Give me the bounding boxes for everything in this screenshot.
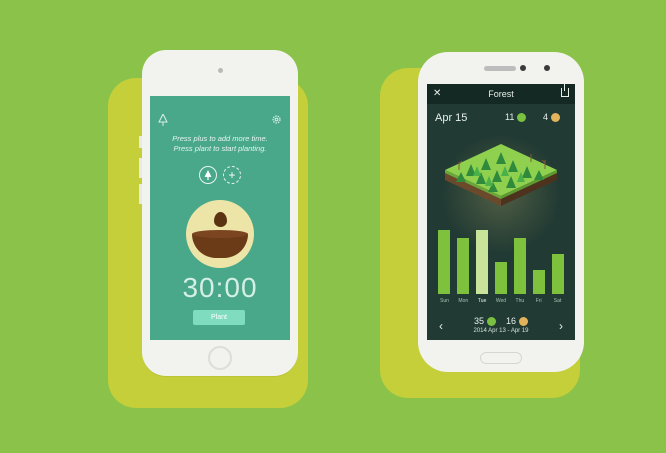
instruction-text: Press plus to add more time. Press plant… [150, 134, 290, 154]
bar-fri[interactable] [532, 270, 545, 294]
day-label-sat: Sat [553, 298, 562, 304]
plant-button[interactable]: Plant [193, 310, 245, 325]
iphone-device: Press plus to add more time. Press plant… [139, 50, 298, 376]
seed-icon [214, 212, 227, 227]
bar-wed[interactable] [495, 262, 507, 294]
trees-count-value: 11 [505, 112, 515, 122]
settings-icon[interactable] [271, 114, 282, 128]
home-button[interactable] [480, 352, 522, 364]
front-camera [544, 65, 550, 71]
day-label-wed: Wed [495, 298, 507, 304]
tree-icon[interactable] [158, 112, 168, 129]
dead-count-value: 4 [543, 112, 549, 122]
share-icon[interactable] [561, 84, 569, 97]
nav-title: Forest [488, 89, 514, 99]
day-label-tue: Tue [477, 298, 487, 304]
date-row: Apr 15 11 4 [435, 112, 567, 124]
day-label-sun: Sun [439, 298, 449, 304]
week-counts: 35 16 [427, 316, 575, 327]
plus-icon[interactable]: + [223, 166, 241, 184]
current-date: Apr 15 [435, 112, 468, 124]
home-button[interactable] [208, 346, 232, 370]
nav-bar: ✕ Forest [427, 84, 575, 104]
hint-line-2: Press plant to start planting. [173, 144, 267, 153]
timer-screen: Press plus to add more time. Press plant… [150, 96, 290, 340]
day-label-mon: Mon [458, 298, 469, 304]
earpiece [484, 66, 516, 71]
close-icon[interactable]: ✕ [433, 88, 441, 99]
hint-line-1: Press plus to add more time. [172, 134, 268, 143]
week-trees-value: 35 [473, 316, 484, 326]
mode-controls: + [150, 166, 290, 184]
bar-thu[interactable] [513, 238, 526, 294]
seed-pot-illustration [186, 200, 254, 268]
tree-mode-icon[interactable] [199, 166, 217, 184]
sensor-dot [520, 65, 526, 71]
bar-mon[interactable] [457, 238, 470, 294]
forest-screen: ✕ Forest Apr 15 11 4 Sun Mon Tue Wed Thu… [427, 84, 575, 340]
weekly-bar-chart: Sun Mon Tue Wed Thu Fri Sat [435, 204, 567, 310]
trees-count: 11 [505, 112, 527, 123]
soil-top-shape [192, 230, 248, 238]
dead-count: 4 [543, 112, 561, 123]
bar-sat[interactable] [551, 254, 564, 294]
mute-switch [139, 136, 142, 148]
day-label-thu: Thu [515, 298, 525, 304]
dead-tree-badge-icon [519, 317, 529, 327]
volume-down-button [139, 184, 142, 204]
bar-sun[interactable] [438, 230, 451, 294]
week-dead-value: 16 [506, 316, 517, 326]
day-label-fri: Fri [535, 298, 542, 304]
volume-up-button [139, 158, 142, 178]
android-device: ✕ Forest Apr 15 11 4 Sun Mon Tue Wed Thu… [418, 52, 584, 372]
date-range: 2014 Apr 13 - Apr 19 [473, 328, 529, 335]
isometric-forest-illustration [445, 144, 557, 206]
timer-display: 30:00 [182, 272, 258, 303]
tree-badge-icon [486, 317, 496, 327]
tree-badge-icon [517, 113, 527, 123]
bar-tue[interactable] [476, 230, 489, 294]
week-summary: 35 16 2014 Apr 13 - Apr 19 [427, 316, 575, 334]
front-camera [218, 68, 223, 73]
dead-tree-badge-icon [551, 113, 561, 123]
